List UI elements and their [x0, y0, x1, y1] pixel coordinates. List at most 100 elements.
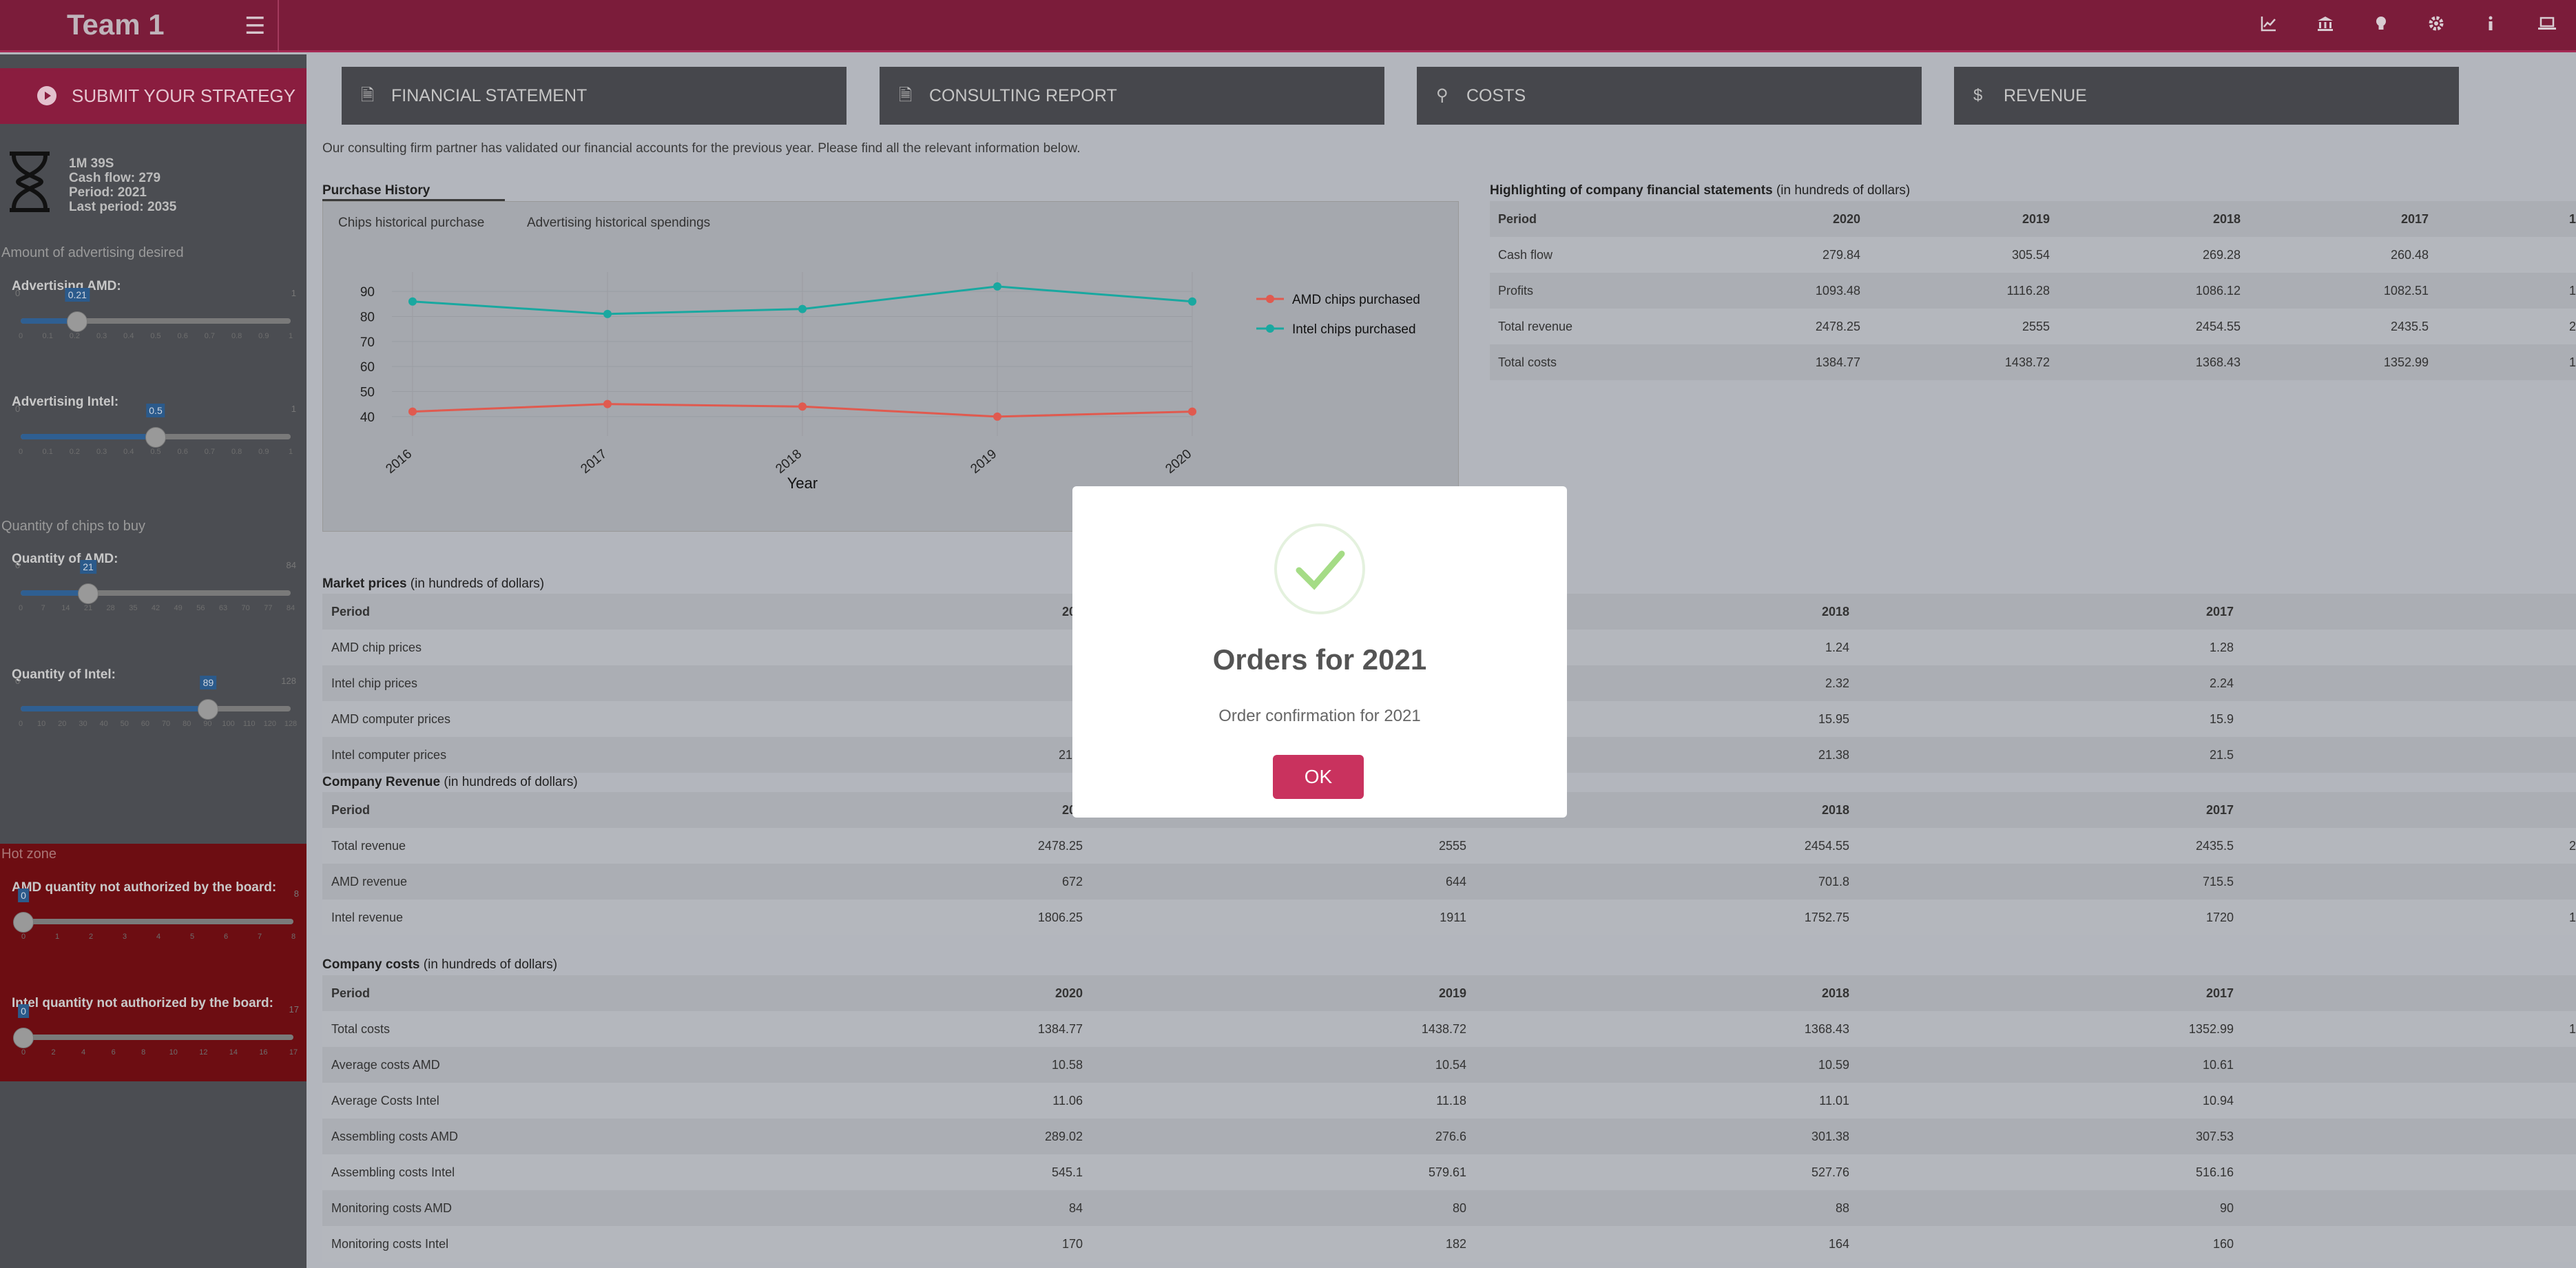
slider-tick: 0.3: [96, 332, 107, 340]
slider-max-label: 1: [291, 288, 296, 298]
slider-tick: 0.2: [69, 448, 81, 456]
data-point: [408, 297, 417, 306]
highlight-title: Highlighting of company financial statem…: [1490, 183, 1910, 198]
slider-tick: 0.5: [150, 448, 161, 456]
table-cell: 1352.99: [2188, 1022, 2234, 1036]
slider-tick: 10: [169, 1048, 178, 1057]
x-tick-label: 2020: [1163, 447, 1194, 477]
costs-title-bold: Company costs: [322, 957, 420, 972]
advertising-intel-label: Advertising Intel:: [12, 395, 119, 409]
bank-icon[interactable]: [2313, 14, 2338, 39]
table-cell: 1: [2568, 212, 2576, 226]
table-row: Cash flow 279.84 305.54 269.28 260.48: [1490, 237, 2576, 273]
slider-tick: 8: [141, 1048, 146, 1057]
slider-tick: 30: [79, 720, 87, 728]
slider-tick-labels: 0 7 14 21 28 35 42 49 56 63 70 77 84: [19, 604, 295, 615]
slider-track: [23, 1035, 293, 1040]
data-point: [993, 282, 1001, 291]
slider-handle[interactable]: [67, 311, 88, 332]
top-navbar: Team 1 ☰: [0, 0, 2576, 52]
slider-tick: 110: [242, 720, 256, 728]
table-cell: 1: [2568, 911, 2576, 924]
slider-tick: 16: [259, 1048, 268, 1057]
slider-handle[interactable]: [13, 1028, 34, 1048]
y-tick-label: 60: [360, 360, 375, 375]
slider-track: [23, 919, 293, 924]
advertising-intel-slider[interactable]: 0 1 0.5 0 0.1 0.2 0.3 0.4 0.5 0.6 0.7 0.8 0.9 1: [15, 404, 296, 461]
slider-tick: 0.7: [204, 332, 216, 340]
chips-line-chart: 40 50 60 70 80 90 2016 2017 2018 2019 2020 Year AMD …: [360, 272, 1420, 492]
table-cell: 1720: [2205, 911, 2234, 924]
slider-handle[interactable]: [145, 427, 166, 448]
table-cell: 10.94: [2202, 1094, 2234, 1108]
slider-tick-labels: 0 10 20 30 40 50 60 70 80 90 100 110 120 128: [19, 720, 297, 731]
table-row: Assembling costs Intel 545.1 579.61 527.76 5…: [322, 1154, 2576, 1190]
table-cell: 21.5: [2209, 748, 2234, 762]
table-cell: 2017: [2400, 212, 2429, 226]
quantity-intel-slider[interactable]: 0 128 89 0 10 20 30 40 50 60 70 80 90 100 110 120 128: [15, 676, 297, 734]
slider-value-badge: 0.21: [65, 288, 90, 302]
slider-tick: 100: [222, 720, 235, 728]
brand-area: Team 1 ☰: [0, 0, 279, 52]
table-cell: 164: [1828, 1237, 1849, 1251]
amd-unauthorized-slider[interactable]: 080012345678: [13, 888, 299, 946]
table-row: Total costs 1384.77 1438.72 1368.43 1352.99 1: [322, 1011, 2576, 1047]
slider-tick: 0.1: [42, 448, 53, 456]
gear-icon[interactable]: [2424, 14, 2449, 39]
table-cell: 2017: [2205, 986, 2234, 1000]
costs-button[interactable]: ⚲ COSTS: [1417, 67, 1922, 125]
slider-tick: 80: [183, 720, 191, 728]
table-cell: 2.24: [2209, 676, 2234, 690]
slider-tick: 14: [229, 1048, 238, 1057]
table-cell: AMD revenue: [331, 875, 408, 888]
consulting-report-button[interactable]: 🗎 CONSULTING REPORT: [880, 67, 1384, 125]
slider-tick: 12: [199, 1048, 208, 1057]
slider-tick: 0.9: [258, 332, 269, 340]
table-cell: AMD chip prices: [331, 641, 422, 654]
table-cell: 10.54: [1435, 1058, 1466, 1072]
hamburger-menu-icon[interactable]: ☰: [245, 12, 265, 40]
submit-strategy-button[interactable]: SUBMIT YOUR STRATEGY: [0, 68, 307, 124]
financial-statement-button[interactable]: 🗎 FINANCIAL STATEMENT: [342, 67, 846, 125]
slider-tick-labels: 0 0.1 0.2 0.3 0.4 0.5 0.6 0.7 0.8 0.9 1: [19, 448, 293, 459]
slider-tick: 0: [18, 332, 23, 340]
data-point: [798, 304, 807, 313]
lightbulb-icon[interactable]: [2369, 14, 2393, 39]
success-check-icon: [1274, 523, 1365, 614]
table-cell: 279.84: [1822, 248, 1860, 262]
hot-zone: Hot zone AMD quantity not authorized by …: [0, 844, 307, 1081]
ok-button[interactable]: OK: [1273, 755, 1364, 799]
table-row: Average Costs Intel 11.06 11.18 11.01 10.94: [322, 1083, 2576, 1119]
table-cell: 1082.51: [2383, 284, 2429, 298]
advertising-amd-slider[interactable]: 0 1 0.21 0 0.1 0.2 0.3 0.4 0.5 0.6 0.7 0.8 0.9 1: [15, 288, 296, 346]
table-cell: 1911: [1440, 911, 1466, 924]
line-chart-icon[interactable]: [2256, 14, 2281, 39]
table-cell: 1: [2568, 355, 2576, 369]
quantity-amd-slider[interactable]: 0 84 21 0 7 14 21 28 35 42 49 56 63 70 77 84: [15, 560, 296, 618]
laptop-icon[interactable]: [2535, 14, 2559, 39]
slider-handle[interactable]: [198, 699, 219, 720]
slider-tick: 84: [286, 604, 295, 612]
period-text: Period: 2021: [69, 185, 147, 200]
table-cell: 2.32: [1825, 676, 1849, 690]
x-axis-label: Year: [787, 475, 818, 492]
table-cell: 10.61: [2202, 1058, 2234, 1072]
quantity-section-title: Quantity of chips to buy: [1, 519, 146, 534]
info-icon[interactable]: [2478, 14, 2503, 39]
table-cell: 527.76: [1811, 1165, 1849, 1179]
slider-handle[interactable]: [78, 583, 98, 604]
slider-handle[interactable]: [13, 912, 34, 933]
intel-unauthorized-slider[interactable]: 0170024681012141617: [13, 1004, 299, 1062]
revenue-button[interactable]: $ REVENUE: [1954, 67, 2459, 125]
slider-tick-labels: 0 2 4 6 8 10 12 14 16 17: [21, 1048, 298, 1059]
costs-label: COSTS: [1466, 86, 1526, 105]
table-cell: Total revenue: [331, 839, 406, 853]
slider-tick: 21: [83, 604, 93, 612]
slider-value-badge: 0: [18, 888, 29, 902]
data-point: [798, 402, 807, 411]
costs-unit: (in hundreds of dollars): [423, 957, 558, 972]
table-cell: 1752.75: [1804, 911, 1849, 924]
intro-text: Our consulting firm partner has validate…: [322, 141, 1081, 156]
data-point: [603, 309, 612, 318]
slider-value-badge: 21: [80, 560, 96, 574]
